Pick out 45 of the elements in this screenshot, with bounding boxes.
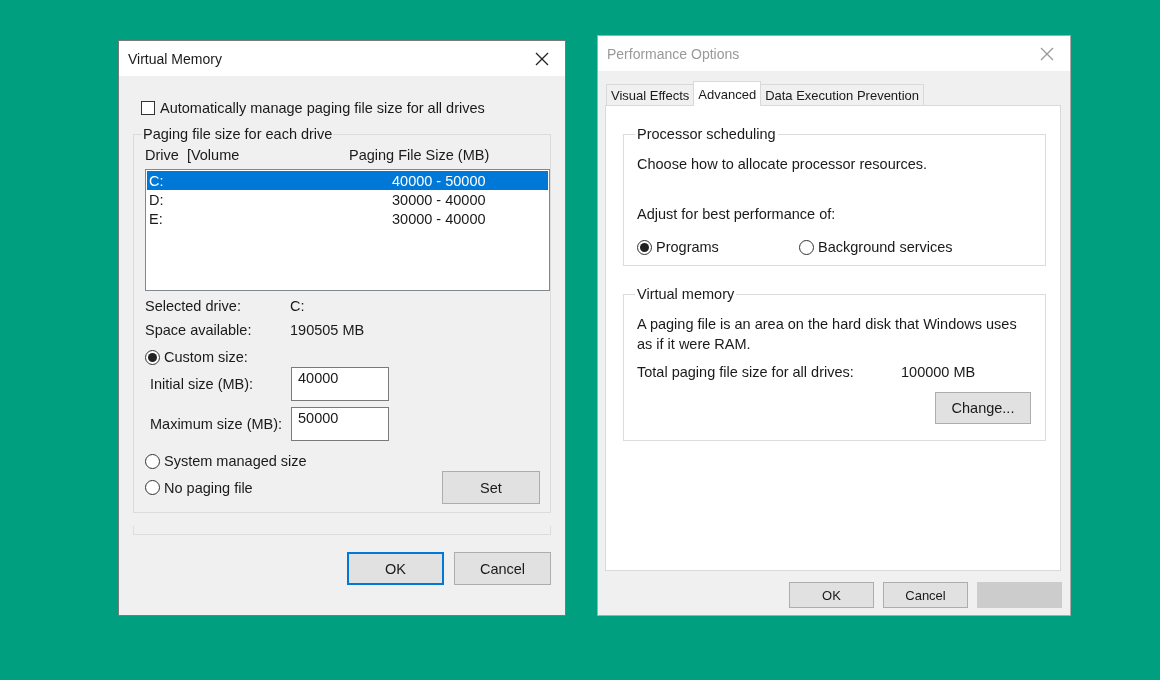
input-field[interactable]: 50000 <box>291 407 389 441</box>
radio-label: Custom size: <box>164 349 248 365</box>
set-button[interactable]: Set <box>442 471 540 504</box>
radio-label: Programs <box>656 239 719 255</box>
radio-label: Background services <box>818 239 953 255</box>
info-label: Total paging file size for all drives: <box>637 364 855 380</box>
close-icon[interactable] <box>535 51 549 66</box>
info-value: C: <box>290 297 305 314</box>
dialog-button[interactable]: Cancel <box>454 552 551 585</box>
tab[interactable]: Visual Effects <box>606 84 695 106</box>
radio-button[interactable] <box>145 453 160 469</box>
checkbox[interactable] <box>141 101 155 115</box>
dialog-button[interactable]: OK <box>789 582 874 608</box>
group-legend: Processor scheduling <box>635 126 778 142</box>
dialog-button[interactable]: OK <box>347 552 444 585</box>
field-label: Maximum size (MB): <box>150 416 284 432</box>
change-button[interactable]: Change... <box>935 392 1031 424</box>
drive-row[interactable]: C: 40000 - 50000 <box>147 171 548 190</box>
info-value: 100000 MB <box>901 364 976 380</box>
group-legend: Paging file size for each drive <box>142 126 334 142</box>
column-header: Drive [Volume <box>145 147 241 163</box>
window-title: Performance Options <box>607 45 740 62</box>
info-label: Space available: <box>145 321 253 338</box>
radio-button[interactable] <box>145 349 160 365</box>
description-text: Choose how to allocate processor resources. <box>637 155 929 174</box>
column-header: Paging File Size (MB) <box>349 147 490 163</box>
description-text: A paging file is an area on the hard disk that Windows uses as if it were RAM. <box>637 315 1018 354</box>
field-label: Initial size (MB): <box>150 376 255 392</box>
radio-button[interactable] <box>637 239 652 255</box>
drive-row[interactable]: E: 30000 - 40000 <box>147 209 548 228</box>
radio-label: No paging file <box>164 479 253 496</box>
prompt-text: Adjust for best performance of: <box>637 205 837 224</box>
checkbox-label: Automatically manage paging file size for all drives <box>160 100 485 116</box>
radio-button[interactable] <box>145 480 160 495</box>
window-title: Virtual Memory <box>128 50 222 67</box>
drive-row[interactable]: D: 30000 - 40000 <box>147 190 548 209</box>
info-label: Selected drive: <box>145 297 242 314</box>
radio-button[interactable] <box>799 239 814 255</box>
input-field[interactable]: 40000 <box>291 367 389 401</box>
info-value: 190505 MB <box>290 321 365 338</box>
group-legend: Virtual memory <box>635 286 737 302</box>
tab[interactable]: Data Execution Prevention <box>760 84 925 106</box>
tab[interactable]: Advanced <box>693 81 762 106</box>
radio-label: System managed size <box>164 453 307 469</box>
dialog-button[interactable]: Cancel <box>883 582 968 608</box>
